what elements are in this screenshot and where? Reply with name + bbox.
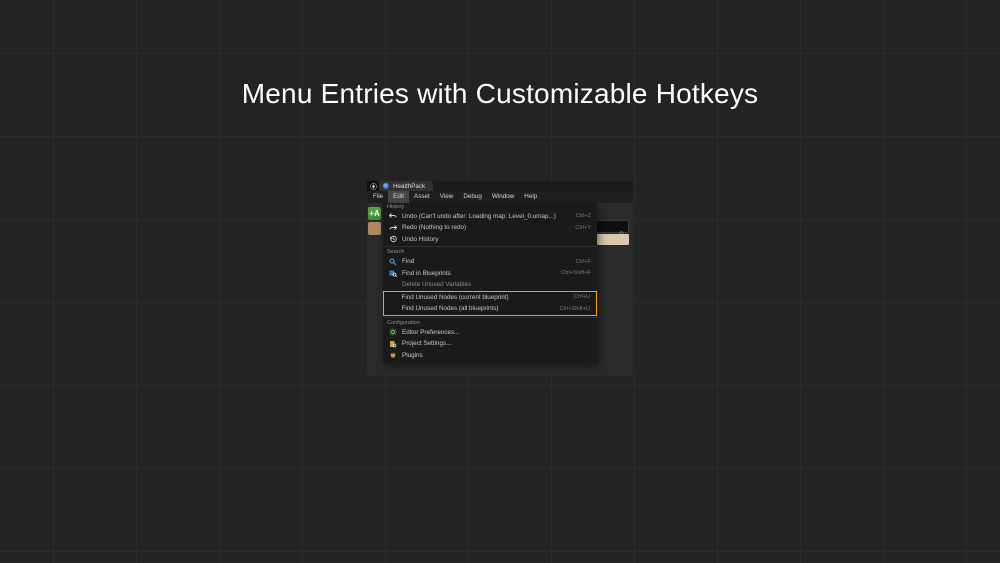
menu-item-label: Delete Unused Variables [402, 281, 591, 288]
menu-item-delete-unused-variables[interactable]: Delete Unused Variables [383, 279, 597, 291]
menu-item-plugins[interactable]: Plugins [383, 350, 597, 362]
menu-item-hotkey: Ctrl+F [576, 259, 591, 265]
menu-item-label: Plugins [402, 352, 591, 359]
menu-item-label: Project Settings... [402, 340, 591, 347]
menu-item-project-settings[interactable]: Project Settings... [383, 338, 597, 350]
menubar: File Edit Asset View Debug Window Help [367, 191, 633, 203]
menu-item-find-unused-all[interactable]: Find Unused Nodes (all blueprints) Ctrl+… [384, 303, 596, 315]
menubar-item-edit[interactable]: Edit [388, 191, 409, 203]
menubar-item-debug[interactable]: Debug [458, 191, 487, 203]
menu-section-history: History [383, 203, 597, 211]
menu-item-editor-preferences[interactable]: Editor Preferences... [383, 327, 597, 339]
menu-item-undo-history[interactable]: Undo History [383, 234, 597, 246]
find-blueprints-icon [389, 269, 397, 277]
menu-item-hotkey: Ctrl+Shift+F [561, 270, 591, 276]
menu-item-label: Undo History [402, 236, 591, 243]
engine-logo [367, 181, 379, 191]
edit-menu-dropdown: History Undo (Can't undo after: Loading … [383, 203, 597, 364]
plugins-icon [389, 351, 397, 359]
menu-item-label: Redo (Nothing to redo) [402, 224, 570, 231]
menu-item-hotkey: Ctrl+Y [575, 225, 591, 231]
menu-item-hotkey: Ctrl+U [574, 294, 590, 300]
menu-item-label: Undo (Can't undo after: Loading map: Lev… [402, 213, 571, 220]
window-tab-bar: HealthPack [367, 181, 633, 191]
menu-item-find-unused-current[interactable]: Find Unused Nodes (current blueprint) Ct… [384, 292, 596, 304]
menu-separator [383, 246, 597, 247]
document-tab-title: HealthPack [393, 183, 425, 190]
document-tab[interactable]: HealthPack [379, 181, 433, 191]
page-title: Menu Entries with Customizable Hotkeys [0, 78, 1000, 110]
menu-item-find[interactable]: Find Ctrl+F [383, 256, 597, 268]
menu-item-hotkey: Ctrl+Z [576, 213, 591, 219]
undo-icon [389, 212, 397, 220]
menu-item-find-in-blueprints[interactable]: Find in Blueprints Ctrl+Shift+F [383, 268, 597, 280]
highlighted-menu-items: Find Unused Nodes (current blueprint) Ct… [383, 291, 597, 316]
menu-item-undo[interactable]: Undo (Can't undo after: Loading map: Lev… [383, 211, 597, 223]
menubar-item-view[interactable]: View [435, 191, 459, 203]
menu-section-configuration: Configuration [383, 319, 597, 327]
menu-item-label: Find Unused Nodes (all blueprints) [402, 305, 555, 312]
menubar-item-file[interactable]: File [368, 191, 388, 203]
preferences-icon [389, 328, 397, 336]
blueprint-icon [383, 183, 389, 189]
add-button[interactable]: +A [368, 207, 381, 220]
toolbar-asset-slot[interactable] [368, 222, 381, 235]
project-settings-icon [389, 340, 397, 348]
menu-separator [383, 317, 597, 318]
menu-item-label: Find Unused Nodes (current blueprint) [402, 294, 569, 301]
menu-section-search: Search [383, 248, 597, 256]
menu-item-hotkey: Ctrl+Shift+U [560, 306, 590, 312]
search-icon [619, 224, 625, 230]
menu-item-label: Editor Preferences... [402, 329, 591, 336]
menu-item-label: Find in Blueprints [402, 270, 556, 277]
menu-item-redo[interactable]: Redo (Nothing to redo) Ctrl+Y [383, 222, 597, 234]
history-icon [389, 235, 397, 243]
menubar-item-asset[interactable]: Asset [409, 191, 435, 203]
redo-icon [389, 224, 397, 232]
menubar-item-help[interactable]: Help [519, 191, 542, 203]
menu-item-label: Find [402, 258, 571, 265]
menubar-item-window[interactable]: Window [487, 191, 519, 203]
editor-window: HealthPack File Edit Asset View Debug Wi… [367, 181, 633, 376]
find-icon [389, 258, 397, 266]
